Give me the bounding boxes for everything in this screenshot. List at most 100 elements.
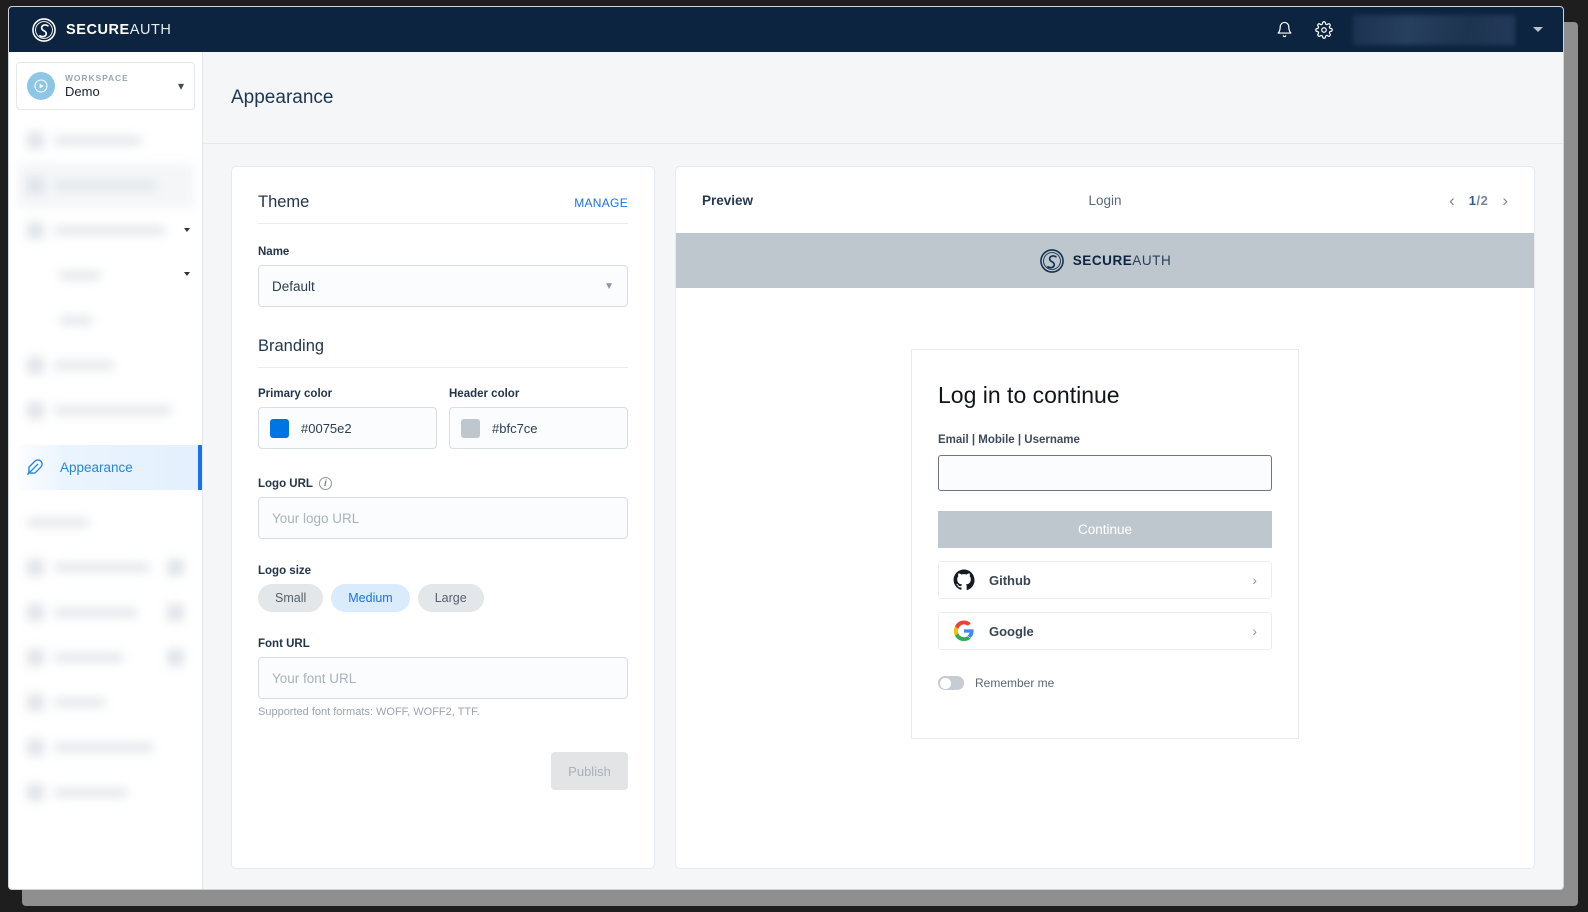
brand-logo[interactable]: SECUREAUTH bbox=[31, 17, 171, 43]
placeholder-label bbox=[54, 136, 142, 145]
logo-size-options: Small Medium Large bbox=[258, 584, 628, 612]
font-format-hint: Supported font formats: WOFF, WOFF2, TTF… bbox=[258, 706, 480, 718]
primary-color-field: Primary color #0075e2 bbox=[258, 388, 437, 449]
header-color-input[interactable]: #bfc7ce bbox=[449, 407, 628, 449]
preview-pager: ‹ 1/2 › bbox=[1449, 192, 1508, 209]
preview-screen-name: Login bbox=[1088, 192, 1122, 208]
preview-page-total: 2 bbox=[1480, 192, 1489, 208]
sidebar-item-redacted[interactable] bbox=[17, 298, 194, 343]
preview-brand-banner: SECUREAUTH bbox=[676, 233, 1534, 288]
theme-section-header: Theme MANAGE bbox=[258, 193, 628, 224]
secureauth-logo-icon bbox=[32, 17, 56, 42]
theme-name-field: Name Default ▼ bbox=[258, 246, 628, 307]
notifications-button[interactable] bbox=[1273, 19, 1295, 41]
sidebar-item-label: Appearance bbox=[60, 460, 133, 475]
placeholder-icon bbox=[27, 177, 44, 194]
placeholder-label bbox=[54, 698, 106, 707]
identifier-input[interactable] bbox=[938, 455, 1272, 491]
chevron-indicator-icon bbox=[184, 228, 190, 232]
sidebar-item-redacted[interactable] bbox=[17, 118, 194, 163]
theme-section-title: Theme bbox=[258, 193, 310, 211]
placeholder-icon bbox=[27, 784, 44, 801]
workspace-avatar bbox=[27, 72, 55, 100]
sidebar-item-redacted[interactable] bbox=[17, 253, 194, 298]
settings-button[interactable] bbox=[1313, 19, 1335, 41]
primary-color-input[interactable]: #0075e2 bbox=[258, 407, 437, 449]
logo-size-medium[interactable]: Medium bbox=[331, 584, 410, 612]
primary-color-swatch[interactable] bbox=[270, 418, 289, 438]
placeholder-icon bbox=[27, 649, 44, 666]
login-provider-google[interactable]: Google › bbox=[938, 612, 1272, 650]
placeholder-label bbox=[59, 271, 101, 280]
font-url-input[interactable]: Your font URL bbox=[258, 657, 628, 699]
primary-color-value: #0075e2 bbox=[301, 420, 352, 436]
remember-me-toggle[interactable] bbox=[938, 676, 964, 690]
header-color-label: Header color bbox=[449, 388, 520, 400]
logo-url-placeholder: Your logo URL bbox=[272, 510, 360, 526]
publish-button[interactable]: Publish bbox=[551, 752, 628, 790]
sidebar-items-redacted-top bbox=[17, 118, 194, 433]
placeholder-label bbox=[59, 316, 93, 325]
brand-text: SECUREAUTH bbox=[66, 22, 171, 38]
theme-name-label: Name bbox=[258, 246, 290, 258]
sidebar-item-redacted[interactable] bbox=[17, 163, 194, 208]
font-url-placeholder: Your font URL bbox=[272, 670, 357, 686]
placeholder-icon bbox=[27, 694, 44, 711]
theme-name-value: Default bbox=[272, 278, 315, 294]
preview-brand-text: SECUREAUTH bbox=[1073, 253, 1172, 268]
placeholder-label bbox=[54, 406, 172, 415]
login-provider-github[interactable]: Github › bbox=[938, 561, 1272, 599]
chevron-down-icon: ▼ bbox=[604, 280, 614, 292]
placeholder-label bbox=[54, 608, 138, 617]
logo-size-small[interactable]: Small bbox=[258, 584, 324, 612]
continue-button[interactable]: Continue bbox=[938, 511, 1272, 548]
workspace-switcher[interactable]: WORKSPACE Demo ▾ bbox=[16, 62, 195, 110]
sidebar-item-redacted[interactable] bbox=[17, 770, 194, 815]
brand-text-bold: SECURE bbox=[66, 21, 130, 38]
placeholder-label bbox=[54, 788, 128, 797]
font-url-label: Font URL bbox=[258, 638, 310, 650]
logo-size-field: Logo size Small Medium Large bbox=[258, 565, 628, 612]
sidebar-item-redacted[interactable] bbox=[17, 388, 194, 433]
play-circle-icon bbox=[34, 79, 48, 93]
user-account-menu[interactable] bbox=[1353, 14, 1515, 45]
preview-body: Log in to continue Email | Mobile | User… bbox=[676, 288, 1534, 868]
logo-url-label-text: Logo URL bbox=[258, 477, 313, 490]
bell-icon bbox=[1277, 21, 1291, 38]
chevron-indicator-icon bbox=[184, 272, 190, 276]
identifier-label: Email | Mobile | Username bbox=[938, 434, 1080, 446]
theme-name-select[interactable]: Default ▼ bbox=[258, 265, 628, 307]
placeholder-icon bbox=[27, 739, 44, 756]
placeholder-icon bbox=[167, 649, 184, 666]
chevron-right-icon[interactable]: › bbox=[1502, 192, 1508, 209]
top-navigation-bar: SECUREAUTH bbox=[9, 7, 1563, 52]
content-columns: Theme MANAGE Name Default ▼ Branding Pri… bbox=[203, 144, 1563, 869]
sidebar-item-redacted[interactable] bbox=[17, 680, 194, 725]
placeholder-icon bbox=[167, 559, 184, 576]
sidebar-item-redacted[interactable] bbox=[17, 590, 194, 635]
logo-size-large[interactable]: Large bbox=[417, 584, 484, 612]
header-color-swatch[interactable] bbox=[461, 418, 480, 438]
sidebar-item-redacted[interactable] bbox=[17, 500, 194, 545]
sidebar-item-appearance[interactable]: Appearance bbox=[9, 445, 202, 490]
sidebar-item-redacted[interactable] bbox=[17, 343, 194, 388]
chevron-left-icon[interactable]: ‹ bbox=[1449, 192, 1455, 209]
sidebar-item-redacted[interactable] bbox=[17, 635, 194, 680]
logo-size-label: Logo size bbox=[258, 565, 312, 577]
caret-down-icon[interactable] bbox=[1533, 27, 1543, 32]
sidebar-item-redacted[interactable] bbox=[17, 545, 194, 590]
remember-me-label: Remember me bbox=[975, 676, 1055, 690]
placeholder-label bbox=[54, 226, 166, 235]
header-color-field: Header color #bfc7ce bbox=[449, 388, 628, 449]
page-header: Appearance bbox=[203, 52, 1563, 144]
google-icon bbox=[953, 620, 974, 642]
info-icon[interactable]: i bbox=[318, 477, 332, 490]
sidebar-item-redacted[interactable] bbox=[17, 725, 194, 770]
logo-url-input[interactable]: Your logo URL bbox=[258, 497, 628, 539]
theme-settings-card: Theme MANAGE Name Default ▼ Branding Pri… bbox=[231, 166, 655, 869]
toggle-knob bbox=[939, 677, 951, 689]
manage-themes-link[interactable]: MANAGE bbox=[574, 196, 628, 210]
main-content: Appearance Theme MANAGE Name Default ▼ B bbox=[203, 52, 1563, 889]
sidebar-item-redacted[interactable] bbox=[17, 208, 194, 253]
sidebar-items-redacted-bottom bbox=[17, 500, 194, 815]
